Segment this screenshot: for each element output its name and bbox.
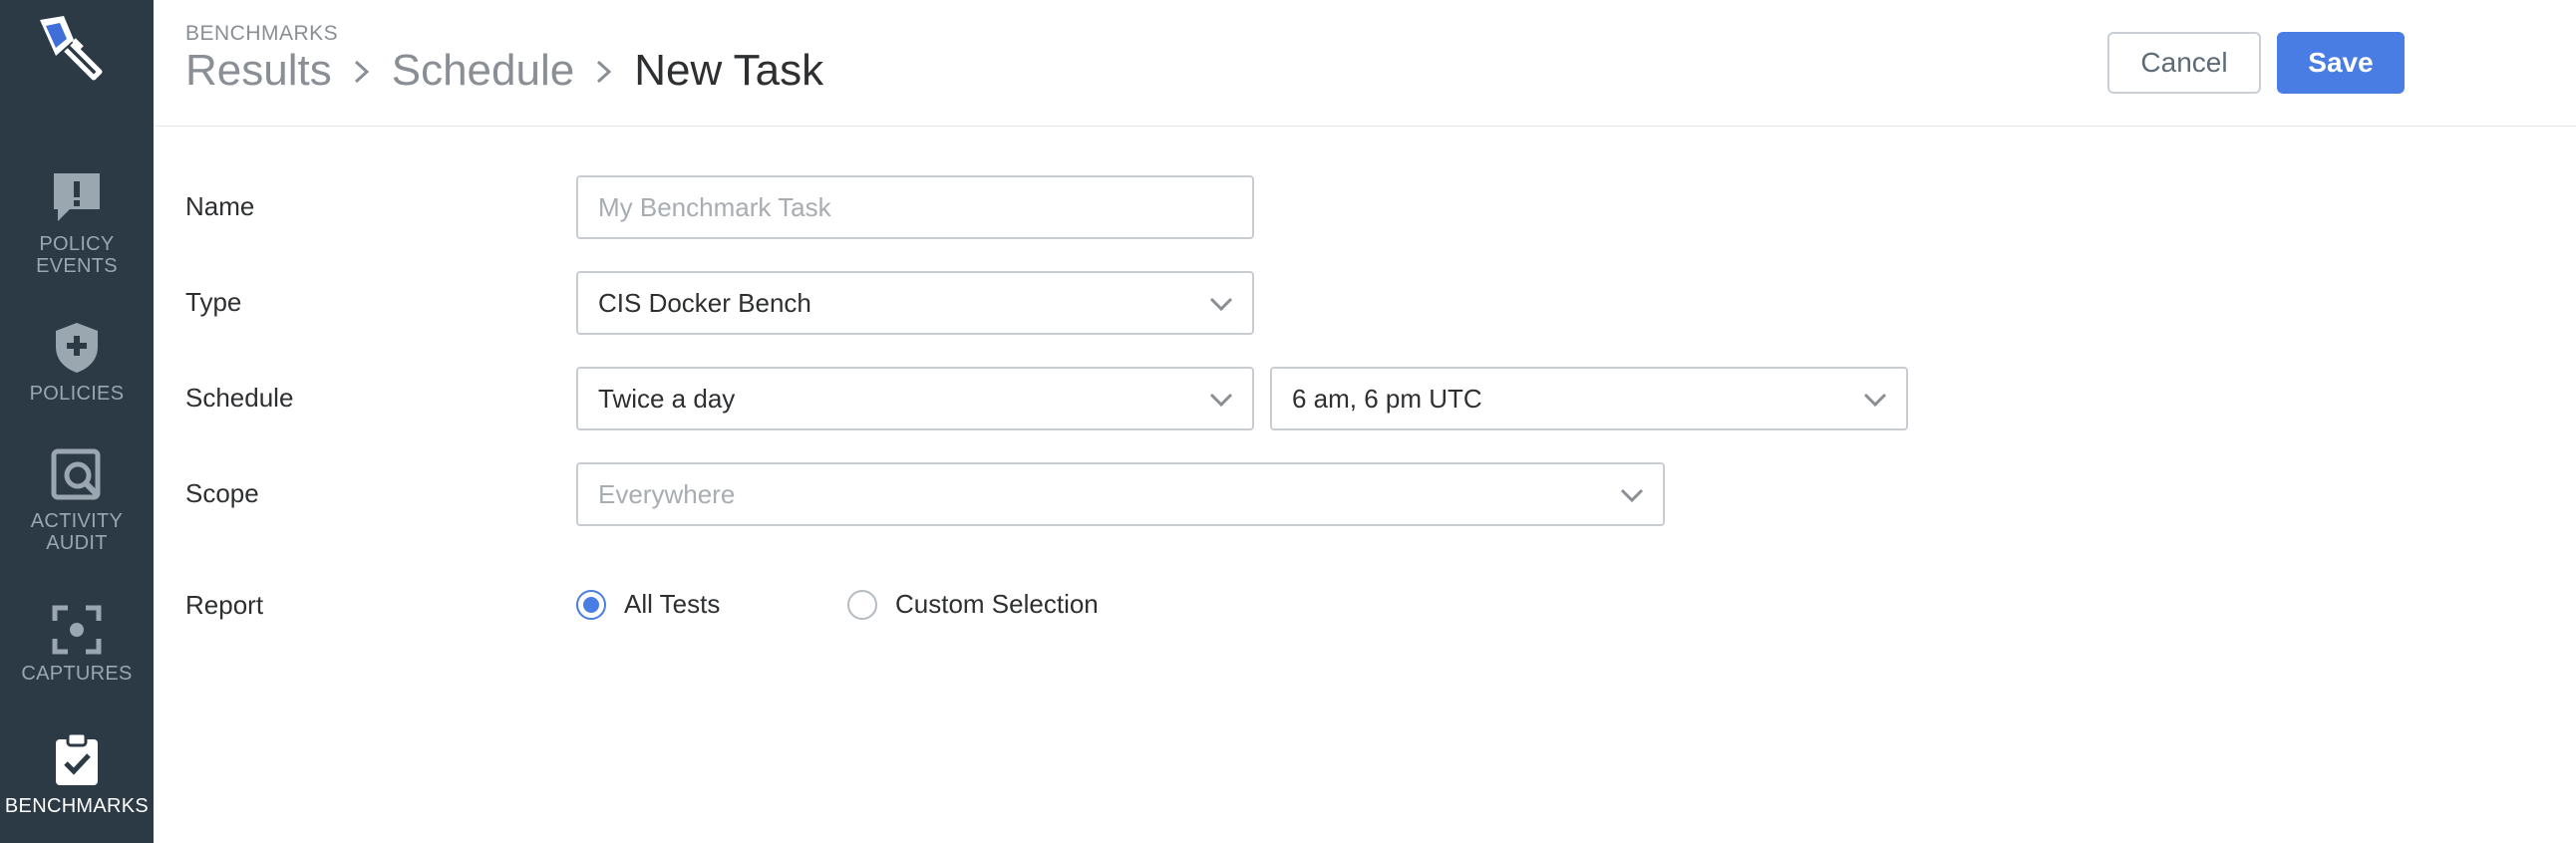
report-all-tests-radio[interactable]: All Tests [576,589,720,620]
breadcrumb-results[interactable]: Results [185,46,332,96]
capture-frame-icon [52,605,102,655]
radio-unchecked-icon[interactable] [847,589,877,620]
app-logo-icon[interactable] [34,12,112,86]
chevron-down-icon [1863,393,1887,408]
radio-label: All Tests [624,589,721,619]
sidebar-item-activity-audit[interactable]: ACTIVITY AUDIT [0,448,154,554]
type-label: Type [185,287,242,317]
sidebar-item-label: CAPTURES [21,663,133,685]
type-select[interactable]: CIS Docker Bench [576,271,1254,335]
name-label: Name [185,191,255,221]
sidebar-item-label: ACTIVITY AUDIT [30,510,124,554]
chevron-down-icon [1620,488,1644,503]
sidebar: POLICY EVENTS POLICIES ACTIVITY AUDIT CA… [0,0,154,843]
schedule-label: Schedule [185,383,294,413]
cancel-button[interactable]: Cancel [2107,32,2261,94]
chevron-down-icon [1209,393,1233,408]
breadcrumb-current: New Task [634,46,824,95]
radio-label: Custom Selection [895,589,1099,619]
sidebar-item-policy-events[interactable]: POLICY EVENTS [0,169,154,277]
breadcrumb-chevron-icon [574,46,634,96]
type-select-value: CIS Docker Bench [598,287,811,318]
sidebar-item-label: BENCHMARKS [4,795,150,817]
schedule-time-value: 6 am, 6 pm UTC [1292,383,1482,414]
report-custom-selection-radio[interactable]: Custom Selection [847,589,1099,620]
sidebar-item-captures[interactable]: CAPTURES [0,605,154,685]
name-input-placeholder: My Benchmark Task [598,191,831,222]
clipboard-check-icon [56,731,98,785]
sidebar-item-benchmarks[interactable]: BENCHMARKS [0,731,154,817]
scope-label: Scope [185,478,259,508]
name-input[interactable]: My Benchmark Task [576,175,1254,239]
sidebar-item-policies[interactable]: POLICIES [0,321,154,405]
search-window-icon [51,448,101,500]
breadcrumb: Results Schedule New Task [185,46,823,96]
report-label: Report [185,590,264,620]
breadcrumb-chevron-icon [332,46,392,96]
sidebar-item-label: POLICY EVENTS [36,233,118,277]
schedule-frequency-select[interactable]: Twice a day [576,367,1254,430]
alert-message-icon [54,173,100,221]
breadcrumb-schedule[interactable]: Schedule [392,46,574,96]
scope-select[interactable]: Everywhere [576,462,1665,526]
section-label: BENCHMARKS [185,22,339,45]
shield-plus-icon [56,323,98,373]
sidebar-item-label: POLICIES [29,383,125,405]
schedule-frequency-value: Twice a day [598,383,736,414]
save-button[interactable]: Save [2277,32,2405,94]
radio-checked-icon[interactable] [576,589,606,620]
scope-select-placeholder: Everywhere [598,478,736,509]
schedule-time-select[interactable]: 6 am, 6 pm UTC [1270,367,1908,430]
chevron-down-icon [1209,297,1233,312]
